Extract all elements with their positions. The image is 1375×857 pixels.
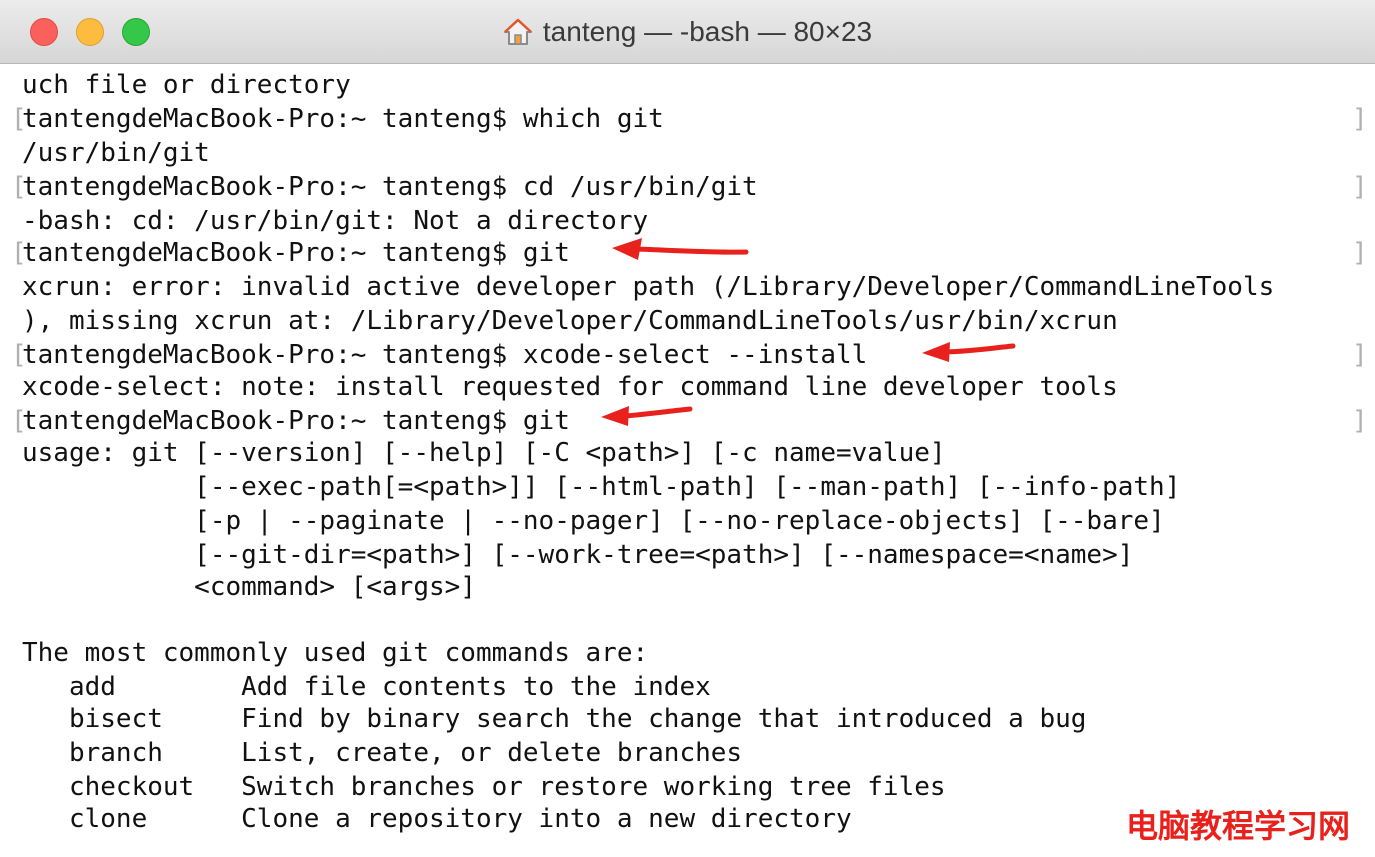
terminal-line: xcode-select: note: install requested fo… <box>22 372 1118 402</box>
close-button[interactable] <box>30 18 58 46</box>
terminal-window: tanteng — -bash — 80×23 uch file or dire… <box>0 0 1375 857</box>
prompt-mark-right: ] <box>1352 406 1368 436</box>
terminal-line: clone Clone a repository into a new dire… <box>22 804 852 834</box>
red-arrow-icon <box>922 342 1016 362</box>
terminal-line: branch List, create, or delete branches <box>22 738 743 768</box>
terminal-line: add Add file contents to the index <box>22 672 711 702</box>
terminal-line: -bash: cd: /usr/bin/git: Not a directory <box>22 206 649 236</box>
terminal-line: The most commonly used git commands are: <box>22 638 649 668</box>
terminal-line: tantengdeMacBook-Pro:~ tanteng$ xcode-se… <box>22 340 868 370</box>
terminal-line: uch file or directory <box>22 70 351 100</box>
terminal-line: ), missing xcrun at: /Library/Developer/… <box>22 306 1118 336</box>
title-bar[interactable]: tanteng — -bash — 80×23 <box>0 0 1375 64</box>
maximize-button[interactable] <box>122 18 150 46</box>
prompt-mark-right: ] <box>1352 172 1368 202</box>
window-title-group: tanteng — -bash — 80×23 <box>0 0 1375 64</box>
watermark: 电脑教程学习网 <box>1126 807 1351 845</box>
prompt-mark-right: ] <box>1352 340 1368 370</box>
terminal-line: usage: git [--version] [--help] [-C <pat… <box>22 438 946 468</box>
red-arrow-icon <box>612 238 749 260</box>
prompt-mark-right: ] <box>1352 104 1368 134</box>
minimize-button[interactable] <box>76 18 104 46</box>
terminal-output[interactable]: uch file or directory [ tantengdeMacBook… <box>0 64 1375 857</box>
terminal-line: [--git-dir=<path>] [--work-tree=<path>] … <box>22 540 1134 570</box>
terminal-line: checkout Switch branches or restore work… <box>22 772 946 802</box>
terminal-line: [-p | --paginate | --no-pager] [--no-rep… <box>22 506 1165 536</box>
prompt-mark-right: ] <box>1352 238 1368 268</box>
terminal-line: /usr/bin/git <box>22 138 210 168</box>
terminal-line: tantengdeMacBook-Pro:~ tanteng$ git <box>22 406 570 436</box>
window-title: tanteng — -bash — 80×23 <box>542 16 873 47</box>
terminal-line: xcrun: error: invalid active developer p… <box>22 272 1275 302</box>
red-arrow-icon <box>601 406 693 426</box>
terminal-line: [--exec-path[=<path>]] [--html-path] [--… <box>22 472 1181 502</box>
home-icon <box>503 18 532 45</box>
terminal-line: <command> [<args>] <box>22 572 476 602</box>
terminal-line: bisect Find by binary search the change … <box>22 704 1087 734</box>
terminal-line: tantengdeMacBook-Pro:~ tanteng$ git <box>22 238 570 268</box>
terminal-line: tantengdeMacBook-Pro:~ tanteng$ cd /usr/… <box>22 172 758 202</box>
terminal-line: tantengdeMacBook-Pro:~ tanteng$ which gi… <box>22 104 664 134</box>
